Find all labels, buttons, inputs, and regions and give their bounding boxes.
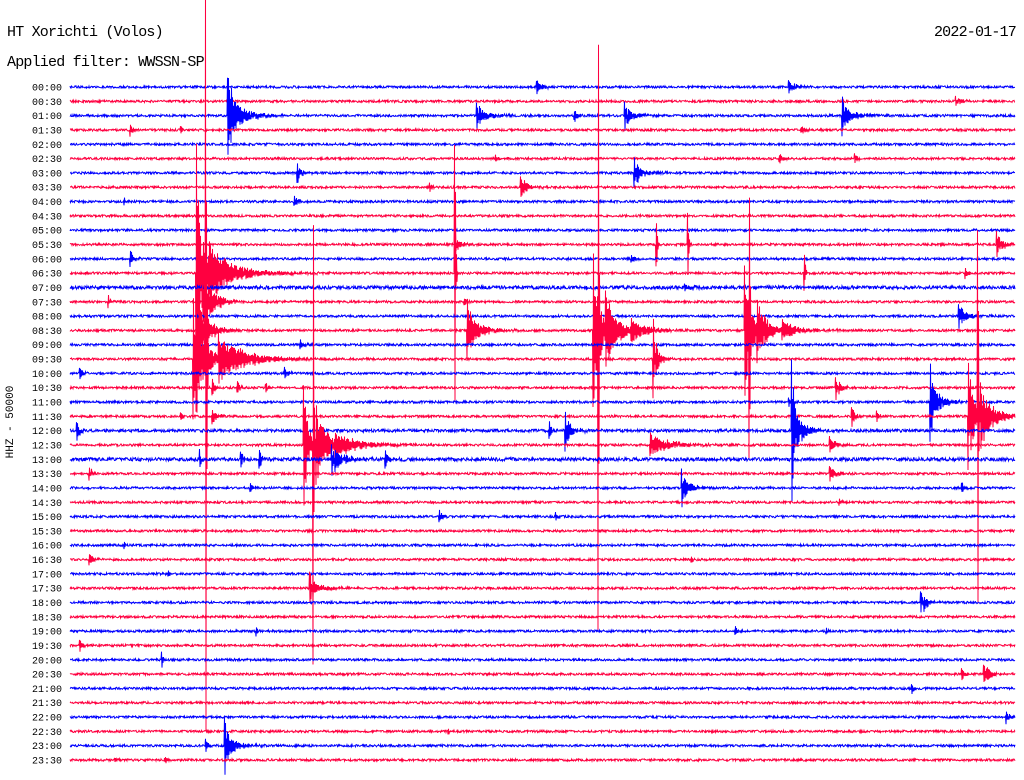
time-label: 17:00: [32, 570, 62, 581]
seismic-trace-09-00: [69, 339, 1016, 350]
seismic-trace-13-30: [69, 466, 1016, 482]
time-label: 05:30: [32, 241, 62, 252]
time-label: 04:30: [32, 212, 62, 223]
seismic-trace-16-30: [69, 554, 1015, 566]
time-label: 13:30: [32, 470, 62, 481]
time-label: 09:30: [32, 356, 62, 367]
time-label: 22:30: [32, 728, 62, 739]
time-label: 09:00: [32, 341, 62, 352]
time-label: 11:00: [32, 399, 62, 410]
helicorder-plot: 00:00 00:30 01:00 01:30 02:00 02:30 03:00 03:30…: [0, 0, 1024, 780]
time-label: 14:00: [32, 484, 62, 495]
time-label: 20:00: [32, 656, 62, 667]
time-label: 12:30: [32, 442, 62, 453]
time-label: 12:00: [32, 427, 62, 438]
seismic-trace-04-00: [69, 195, 1016, 206]
station-title: HT Xorichti (Volos): [7, 24, 163, 41]
time-label: 01:00: [32, 112, 62, 123]
time-label: 19:00: [32, 628, 62, 639]
seismic-trace-02-00: [70, 141, 1016, 148]
seismic-trace-04-30: [69, 212, 1016, 219]
time-label: 02:00: [32, 141, 62, 152]
seismic-trace-00-00: [69, 80, 1016, 95]
time-label: 21:30: [32, 699, 62, 710]
seismic-trace-23-30: [69, 756, 1016, 764]
time-label: 01:30: [32, 127, 62, 138]
time-label: 00:30: [32, 98, 62, 109]
seismic-trace-10-00: [69, 366, 1016, 380]
time-label: 17:30: [32, 585, 62, 596]
time-label: 08:00: [32, 313, 62, 324]
time-label: 02:30: [32, 155, 62, 166]
time-label: 11:30: [32, 413, 62, 424]
seismic-trace-12-00: [69, 359, 1016, 502]
time-label: 19:30: [32, 642, 62, 653]
time-label: 14:30: [32, 499, 62, 510]
filter-label: Applied filter: WWSSN-SP: [7, 54, 205, 71]
seismic-trace-17-00: [70, 570, 1016, 577]
seismic-trace-20-00: [70, 651, 1016, 668]
date-label: 2022-01-17: [934, 24, 1016, 41]
seismic-trace-05-00: [69, 227, 1016, 234]
time-label: 18:30: [32, 613, 62, 624]
seismic-trace-02-30: [69, 153, 1016, 164]
time-label: 18:00: [32, 599, 62, 610]
seismic-trace-08-30: [69, 44, 1016, 630]
time-label: 03:30: [32, 184, 62, 195]
time-label: 15:00: [32, 513, 62, 524]
channel-scale-label: HHZ - 50000: [5, 386, 17, 459]
time-label: 07:30: [32, 298, 62, 309]
seismic-trace-21-00: [69, 684, 1016, 695]
time-label: 00:00: [32, 84, 62, 95]
time-label: 10:00: [32, 370, 62, 381]
seismic-trace-23-00: [69, 715, 1016, 775]
time-label: 07:00: [32, 284, 62, 295]
time-label: 16:30: [32, 556, 62, 567]
seismic-trace-01-30: [69, 124, 1016, 137]
time-label: 21:00: [32, 685, 62, 696]
seismic-trace-21-30: [69, 699, 1016, 706]
seismic-trace-18-30: [69, 613, 1016, 620]
time-label: 06:00: [32, 255, 62, 266]
time-label: 23:30: [32, 757, 62, 768]
seismic-trace-10-30: [69, 377, 1016, 401]
seismic-trace-22-00: [69, 711, 1016, 725]
time-label: 23:00: [32, 742, 62, 753]
time-label: 04:00: [32, 198, 62, 209]
time-label: 06:30: [32, 270, 62, 281]
seismic-trace-19-30: [69, 639, 1016, 652]
time-label: 16:00: [32, 542, 62, 553]
seismic-trace-13-00: [69, 444, 1016, 476]
seismic-trace-15-30: [69, 527, 1016, 534]
seismic-trace-17-30: [69, 571, 1016, 604]
trace-group: [69, 0, 1016, 775]
seismic-trace-18-00: [69, 591, 1016, 613]
seismic-trace-14-30: [69, 498, 1016, 506]
time-label: 13:00: [32, 456, 62, 467]
time-label: 05:00: [32, 227, 62, 238]
time-label: 22:00: [32, 714, 62, 725]
time-label: 10:30: [32, 384, 62, 395]
time-label-group: 00:00 00:30 01:00 01:30 02:00 02:30 03:00 03:30…: [32, 84, 62, 768]
time-label: 03:00: [32, 169, 62, 180]
time-label: 15:30: [32, 527, 62, 538]
seismic-trace-09-30: [69, 0, 1016, 731]
seismic-trace-03-00: [70, 157, 1015, 188]
seismic-trace-00-30: [69, 95, 1016, 106]
seismic-trace-15-00: [69, 509, 1016, 523]
seismic-trace-16-00: [69, 541, 1016, 550]
time-label: 20:30: [32, 671, 62, 682]
seismic-trace-22-30: [69, 728, 1016, 735]
seismic-trace-19-00: [69, 626, 1015, 637]
time-label: 08:30: [32, 327, 62, 338]
seismic-trace-20-30: [69, 664, 1016, 683]
seismic-trace-03-30: [70, 176, 1016, 197]
